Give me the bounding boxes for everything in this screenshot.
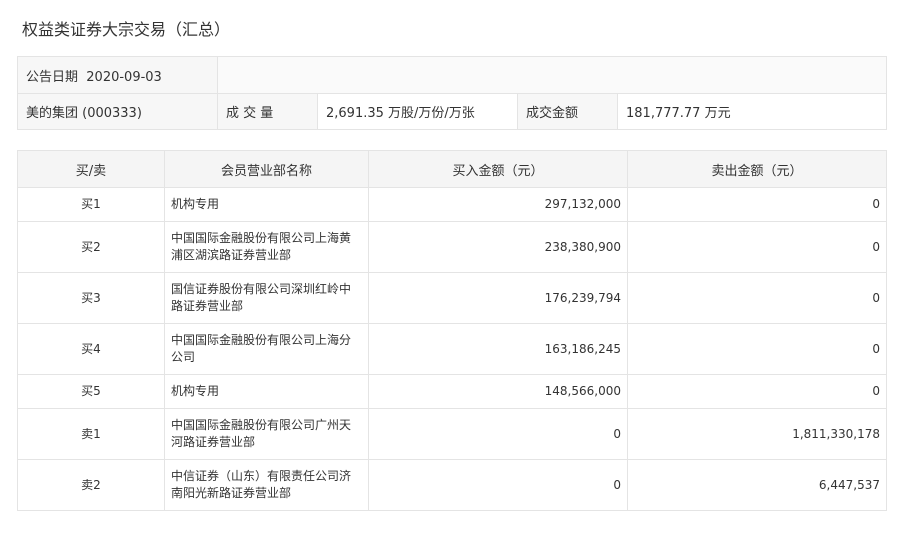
sell-amount-cell: 0 (627, 187, 887, 222)
buy-amount-cell: 176,239,794 (368, 272, 628, 324)
branch-name-cell: 机构专用 (164, 374, 369, 409)
header-side: 买/卖 (17, 150, 165, 188)
announce-date-value: 2020-09-03 (86, 69, 162, 85)
side-cell: 买3 (17, 272, 165, 324)
sell-amount-cell: 0 (627, 221, 887, 273)
table-row: 买5 机构专用 148,566,000 0 (17, 374, 887, 409)
sell-amount-cell: 1,811,330,178 (627, 408, 887, 460)
side-cell: 卖2 (17, 459, 165, 511)
table-row: 卖2 中信证券（山东）有限责任公司济南阳光新路证券营业部 0 6,447,537 (17, 459, 887, 511)
table-row: 买2 中国国际金融股份有限公司上海黄浦区湖滨路证券营业部 238,380,900… (17, 221, 887, 273)
table-row: 买3 国信证券股份有限公司深圳红岭中路证券营业部 176,239,794 0 (17, 272, 887, 324)
summary-row-stats: 美的集团 (000333) 成 交 量 2,691.35 万股/万份/万张 成交… (17, 93, 887, 130)
stock-name: 美的集团 (000333) (17, 93, 218, 130)
side-cell: 买1 (17, 187, 165, 222)
table-row: 买4 中国国际金融股份有限公司上海分公司 163,186,245 0 (17, 323, 887, 375)
amount-label: 成交金额 (517, 93, 618, 130)
buy-amount-cell: 163,186,245 (368, 323, 628, 375)
table-row: 卖1 中国国际金融股份有限公司广州天河路证券营业部 0 1,811,330,17… (17, 408, 887, 460)
buy-amount-cell: 0 (368, 459, 628, 511)
buy-amount-cell: 297,132,000 (368, 187, 628, 222)
side-cell: 买2 (17, 221, 165, 273)
header-buy-amount: 买入金额（元） (368, 150, 628, 188)
sell-amount-cell: 6,447,537 (627, 459, 887, 511)
branch-name-cell: 国信证券股份有限公司深圳红岭中路证券营业部 (164, 272, 369, 324)
buy-amount-cell: 148,566,000 (368, 374, 628, 409)
branch-name-cell: 中国国际金融股份有限公司广州天河路证券营业部 (164, 408, 369, 460)
announce-date-cell: 公告日期 2020-09-03 (17, 56, 218, 94)
amount-value: 181,777.77 万元 (617, 93, 887, 130)
announce-date-label: 公告日期 (26, 69, 79, 85)
volume-value: 2,691.35 万股/万份/万张 (317, 93, 518, 130)
branch-name-cell: 中国国际金融股份有限公司上海分公司 (164, 323, 369, 375)
branch-name-cell: 中信证券（山东）有限责任公司济南阳光新路证券营业部 (164, 459, 369, 511)
block-trade-table: 买/卖 会员营业部名称 买入金额（元） 卖出金额（元） 买1 机构专用 297,… (17, 150, 887, 511)
sell-amount-cell: 0 (627, 272, 887, 324)
side-cell: 买4 (17, 323, 165, 375)
summary-table: 公告日期 2020-09-03 美的集团 (000333) 成 交 量 2,69… (17, 56, 887, 130)
side-cell: 卖1 (17, 408, 165, 460)
sell-amount-cell: 0 (627, 374, 887, 409)
buy-amount-cell: 238,380,900 (368, 221, 628, 273)
empty-cell (217, 56, 887, 94)
header-sell-amount: 卖出金额（元） (627, 150, 887, 188)
table-row: 买1 机构专用 297,132,000 0 (17, 187, 887, 222)
page-title: 权益类证券大宗交易（汇总） (22, 20, 231, 39)
buy-amount-cell: 0 (368, 408, 628, 460)
branch-name-cell: 中国国际金融股份有限公司上海黄浦区湖滨路证券营业部 (164, 221, 369, 273)
header-branch-name: 会员营业部名称 (164, 150, 369, 188)
branch-name-cell: 机构专用 (164, 187, 369, 222)
sell-amount-cell: 0 (627, 323, 887, 375)
volume-label: 成 交 量 (217, 93, 318, 130)
side-cell: 买5 (17, 374, 165, 409)
summary-row-date: 公告日期 2020-09-03 (17, 56, 887, 94)
table-header-row: 买/卖 会员营业部名称 买入金额（元） 卖出金额（元） (17, 150, 887, 188)
